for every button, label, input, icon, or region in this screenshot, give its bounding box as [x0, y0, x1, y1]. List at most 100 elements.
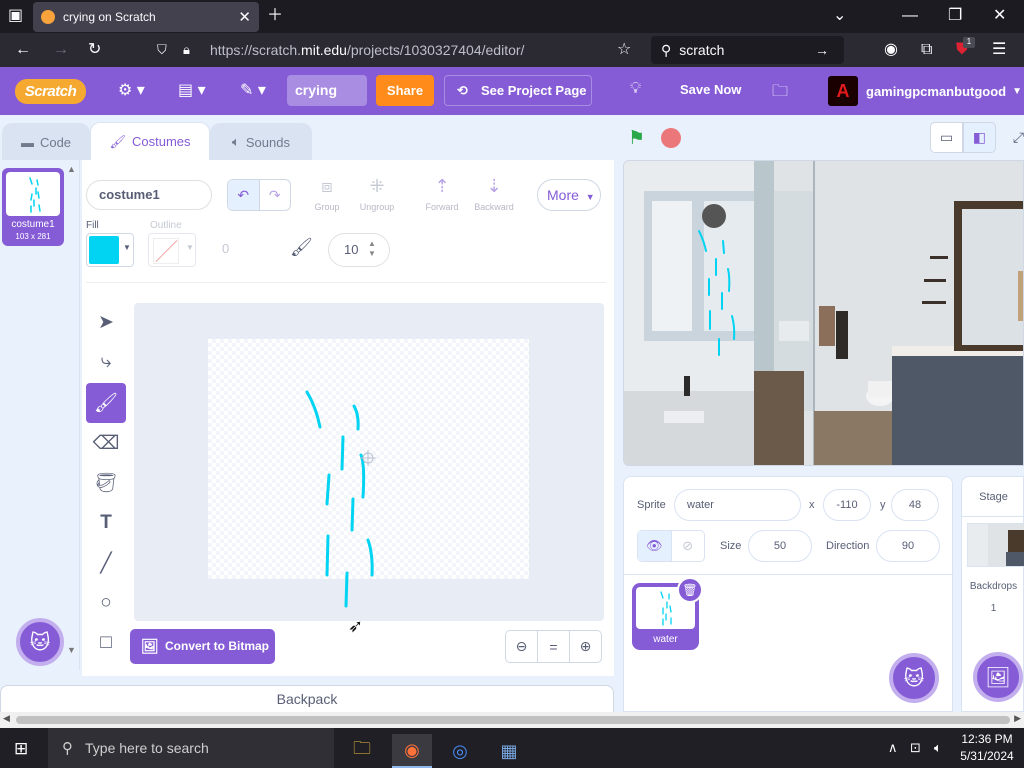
add-sprite-button[interactable]: 🐱︎: [889, 653, 939, 703]
scrollbar-thumb[interactable]: [16, 716, 1010, 724]
outline-color-picker[interactable]: ▼: [148, 233, 196, 267]
line-tool-icon[interactable]: ╱: [86, 543, 126, 583]
restore-icon[interactable]: ❐: [948, 7, 962, 25]
add-costume-button[interactable]: 🐱︎: [16, 618, 64, 666]
settings-menu-icon[interactable]: ⚙ ▾: [118, 80, 145, 100]
minimize-icon[interactable]: —: [902, 7, 918, 25]
shield-icon[interactable]: ⛉: [157, 40, 167, 60]
new-tab-icon[interactable]: ＋: [267, 7, 283, 25]
size-input[interactable]: 50: [748, 530, 812, 562]
share-button[interactable]: Share: [376, 75, 434, 106]
browser-search-field[interactable]: ⚲ scratch →: [651, 36, 844, 64]
menu-icon[interactable]: ☰: [992, 40, 1006, 60]
hide-eye-icon[interactable]: ⊘: [672, 531, 705, 561]
convert-to-bitmap-button[interactable]: 🖼︎ Convert to Bitmap: [130, 629, 275, 664]
taskbar-search[interactable]: ⚲ Type here to search: [48, 728, 334, 768]
extensions-icon[interactable]: ⧉: [921, 40, 932, 60]
stop-icon[interactable]: [661, 128, 681, 148]
tab-costumes[interactable]: 🖌︎ Costumes: [90, 122, 210, 160]
account-icon[interactable]: ◉: [884, 40, 898, 60]
ungroup-button[interactable]: ⁜ Ungroup: [354, 176, 400, 212]
close-window-icon[interactable]: ✕: [993, 7, 1006, 25]
y-input[interactable]: 48: [891, 489, 939, 521]
paint-canvas[interactable]: [134, 303, 604, 621]
more-button[interactable]: More ▼: [537, 179, 601, 211]
forward-button[interactable]: ⇡ Forward: [422, 176, 462, 212]
select-tool-icon[interactable]: ➤: [86, 302, 126, 342]
costume-tile[interactable]: 1 costume1 103 x 281: [2, 168, 64, 246]
brush-size-input[interactable]: 10 ▲ ▼: [328, 233, 390, 267]
costume-name-input[interactable]: costume1: [86, 180, 212, 210]
back-icon[interactable]: ←: [15, 40, 31, 60]
browser-tab-active[interactable]: crying on Scratch ✕: [33, 2, 259, 32]
reshape-tool-icon[interactable]: ⤷: [86, 342, 126, 382]
backward-button[interactable]: ⇣ Backward: [470, 176, 518, 212]
group-button[interactable]: ⧈ Group: [310, 176, 344, 212]
chrome-icon[interactable]: ◎: [440, 734, 480, 768]
green-flag-icon[interactable]: ⚑: [628, 127, 645, 150]
show-hidden-icons-icon[interactable]: ∧: [888, 740, 898, 756]
my-stuff-folder-icon[interactable]: 🗀: [772, 80, 788, 107]
zoom-reset-icon[interactable]: =: [538, 631, 570, 662]
user-menu[interactable]: A gamingpcmanbutgood ▼: [828, 76, 1022, 106]
circle-tool-icon[interactable]: ○: [86, 583, 126, 623]
scroll-left-icon[interactable]: ◀: [3, 713, 10, 724]
stage[interactable]: [623, 160, 1024, 466]
file-explorer-icon[interactable]: 🗀: [342, 734, 382, 768]
delete-sprite-icon[interactable]: 🗑︎: [677, 577, 703, 603]
volume-icon[interactable]: 🔈︎: [934, 740, 942, 756]
fullscreen-icon[interactable]: ⤢: [1002, 122, 1024, 153]
small-stage-icon[interactable]: ▭: [930, 122, 963, 153]
chevron-down-icon[interactable]: ⌄: [833, 7, 846, 25]
bookmark-star-icon[interactable]: ☆: [617, 40, 631, 60]
text-tool-icon[interactable]: T: [86, 503, 126, 543]
backdrop-thumbnail-image: [968, 524, 1024, 566]
undo-icon[interactable]: ↶: [228, 180, 260, 210]
ungroup-label: Ungroup: [359, 202, 395, 212]
x-input[interactable]: -110: [823, 489, 871, 521]
scratch-logo[interactable]: Scratch: [15, 79, 86, 104]
water-drops-drawing[interactable]: [134, 303, 604, 621]
page-horizontal-scrollbar[interactable]: ◀ ▶: [0, 712, 1024, 728]
taskbar-clock[interactable]: 12:36 PM 5/31/2024: [955, 731, 1019, 765]
file-menu-icon[interactable]: ▤ ▾: [178, 80, 206, 100]
forward-icon[interactable]: →: [53, 40, 69, 60]
edit-menu-icon[interactable]: ✎ ▾: [240, 80, 266, 100]
search-go-icon[interactable]: →: [815, 42, 829, 58]
save-now-button[interactable]: Save Now: [680, 82, 741, 97]
list-all-tabs-icon[interactable]: ▣: [8, 7, 23, 25]
scroll-down-arrow-icon[interactable]: ▼: [67, 645, 76, 655]
tab-sounds[interactable]: 🔈︎ Sounds: [210, 123, 312, 160]
outline-width-value[interactable]: 0: [222, 241, 229, 256]
eraser-tool-icon[interactable]: ⌫: [86, 423, 126, 463]
add-backdrop-button[interactable]: 🖼︎: [973, 652, 1023, 702]
brush-tool-icon[interactable]: 🖌︎: [86, 383, 126, 423]
windows-start-icon[interactable]: ⊞: [14, 739, 28, 759]
show-eye-icon[interactable]: 👁︎: [638, 531, 672, 561]
sprite-name-input[interactable]: water: [674, 489, 801, 521]
scroll-up-arrow-icon[interactable]: ▲: [67, 164, 76, 174]
firefox-icon[interactable]: ◉: [392, 734, 432, 768]
see-project-page-button[interactable]: ⟲ See Project Page: [444, 75, 592, 106]
zoom-in-icon[interactable]: ⊕: [570, 631, 601, 662]
water-sprite[interactable]: [624, 161, 1024, 466]
zoom-out-icon[interactable]: ⊖: [506, 631, 538, 662]
fill-tool-icon[interactable]: 🪣︎: [86, 463, 126, 503]
rectangle-tool-icon[interactable]: □: [86, 623, 126, 663]
scroll-right-icon[interactable]: ▶: [1014, 713, 1021, 724]
stepper-arrows-icon[interactable]: ▲ ▼: [365, 239, 379, 261]
app-icon[interactable]: ▦: [489, 734, 529, 768]
direction-input[interactable]: 90: [876, 530, 940, 562]
fill-color-picker[interactable]: ▼: [86, 233, 134, 267]
lock-icon[interactable]: 🔒︎: [183, 40, 190, 60]
tab-code[interactable]: ▬ Code: [2, 123, 90, 160]
project-title-input[interactable]: crying: [287, 75, 367, 106]
backpack[interactable]: Backpack: [0, 685, 614, 712]
redo-icon[interactable]: ↷: [260, 180, 291, 210]
normal-stage-icon[interactable]: ◧: [963, 122, 996, 153]
reload-icon[interactable]: ↻: [88, 40, 101, 60]
lightbulb-icon[interactable]: 💡︎: [630, 80, 641, 98]
network-icon[interactable]: ⊡: [910, 740, 921, 756]
url-bar[interactable]: https://scratch. mit.edu/projects/1030327…: [200, 36, 646, 64]
close-tab-icon[interactable]: ✕: [238, 8, 251, 26]
